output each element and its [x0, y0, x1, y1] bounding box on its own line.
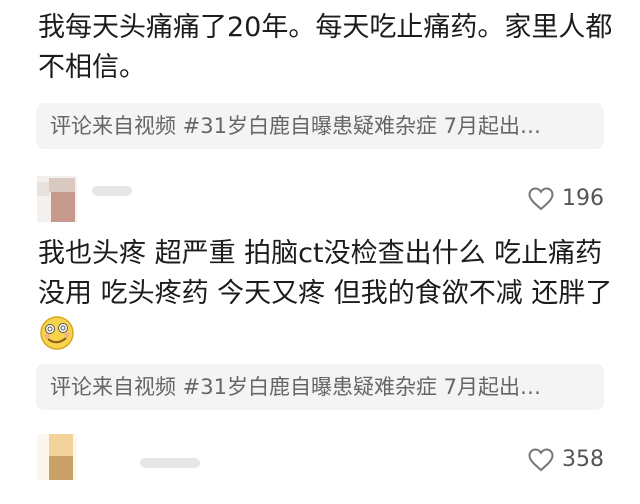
comment-text: 我每天头痛痛了20年。每天吃止痛药。家里人都不相信。 — [38, 12, 613, 83]
like-button[interactable]: 196 — [528, 186, 604, 211]
avatar[interactable] — [37, 434, 77, 480]
like-button[interactable]: 358 — [528, 447, 604, 472]
comment-text-line: 我也头疼 超严重 拍脑ct没检查出什么 吃止痛药 — [38, 238, 603, 269]
comment-text: 我也头疼 超严重 拍脑ct没检查出什么 吃止痛药 没用 吃头疼药 今天又疼 但我… — [38, 234, 614, 354]
like-count: 196 — [562, 186, 604, 211]
like-count: 358 — [562, 447, 604, 472]
dizzy-smile-emoji — [38, 314, 76, 364]
username[interactable] — [92, 186, 132, 196]
heart-icon — [528, 186, 554, 210]
heart-icon — [528, 447, 554, 471]
video-source-chip[interactable]: 评论来自视频 #31岁白鹿自曝患疑难杂症 7月起出… — [36, 103, 604, 149]
username[interactable] — [140, 458, 200, 468]
comment-text-line: 没用 吃头疼药 今天又疼 但我的食欲不减 还胖了 — [38, 278, 613, 309]
avatar[interactable] — [37, 176, 77, 222]
video-source-chip[interactable]: 评论来自视频 #31岁白鹿自曝患疑难杂症 7月起出… — [36, 364, 604, 410]
